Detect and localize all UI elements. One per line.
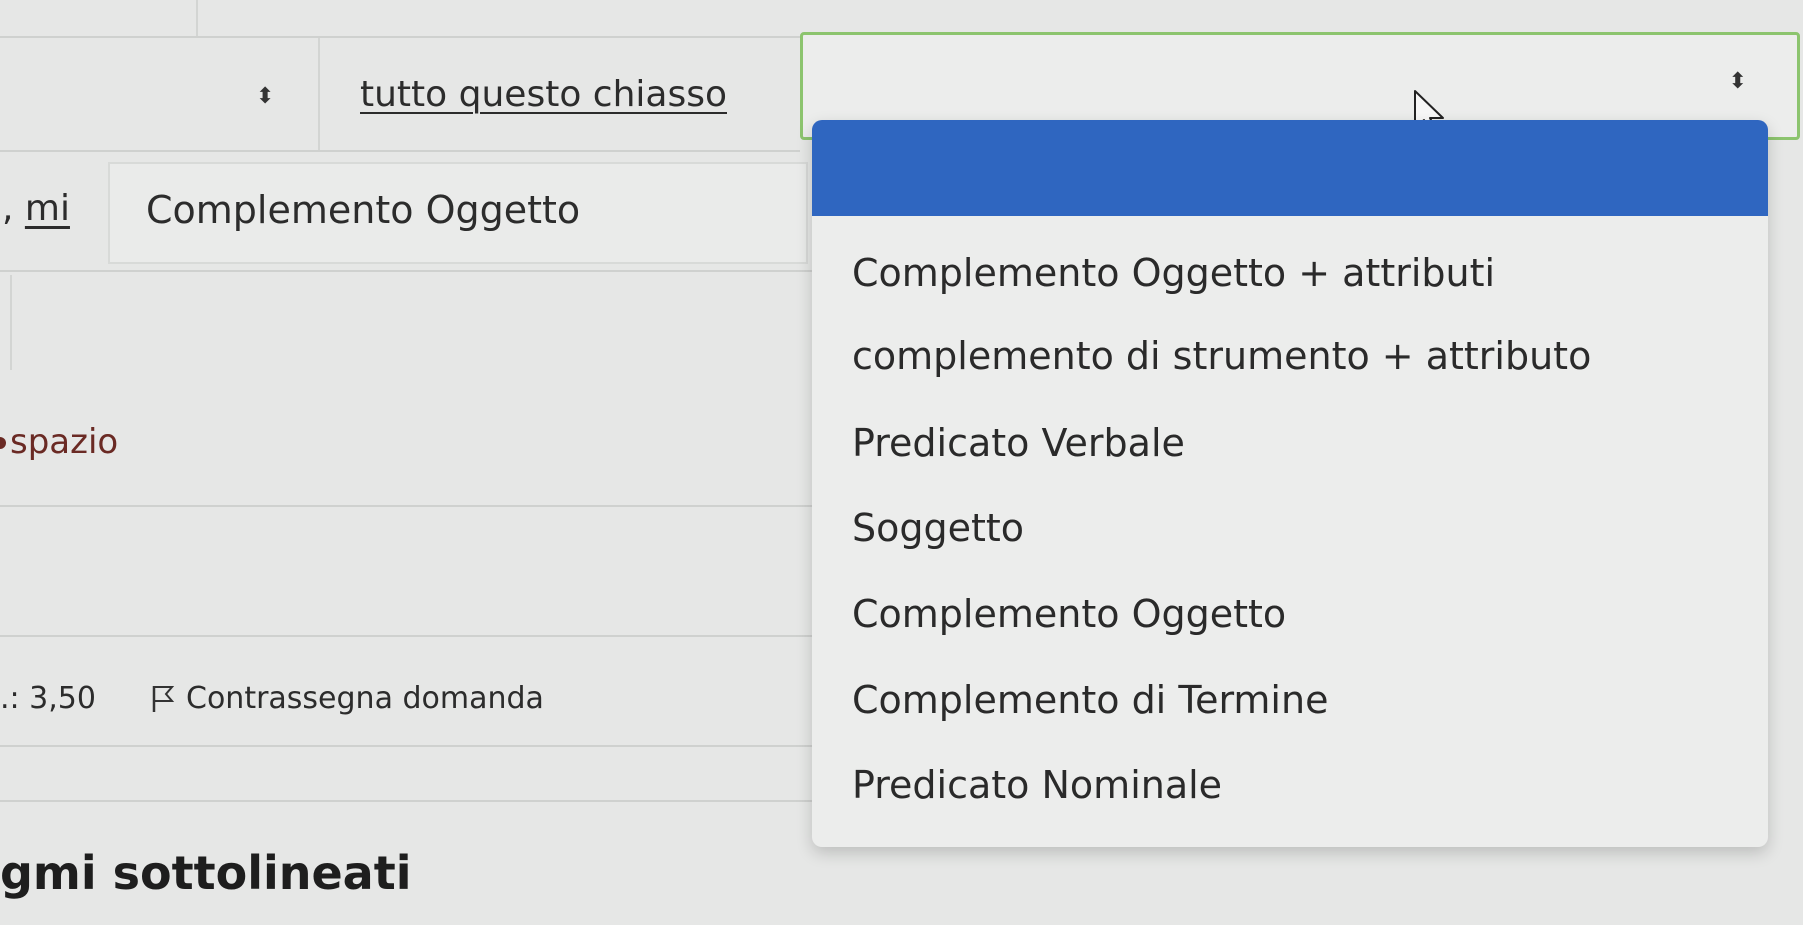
table-divider [0, 800, 812, 802]
dropdown-option[interactable]: Predicato Verbale [852, 408, 1748, 478]
table-divider [10, 275, 12, 370]
flag-question-label: Contrassegna domanda [186, 681, 544, 716]
select-dropdown-list[interactable]: Complemento Oggetto + attributi compleme… [812, 120, 1768, 847]
table-divider [0, 635, 812, 637]
underlined-word: mi [24, 188, 70, 229]
sentence-phrase: tutto questo chiasso [360, 74, 727, 115]
dropdown-option[interactable]: Soggetto [852, 493, 1748, 563]
fragment-prefix: , [2, 188, 25, 229]
answer-cell-value: Complemento Oggetto [146, 188, 581, 232]
dropdown-option[interactable]: complemento di strumento + attributo [852, 321, 1748, 391]
flag-question-link[interactable]: Contrassegna domanda [150, 681, 544, 716]
dropdown-option[interactable]: Complemento Oggetto + attributi [852, 238, 1748, 308]
table-divider [318, 38, 320, 150]
top-stepper-icon[interactable]: ⬍ [256, 86, 274, 108]
sentence-word: spazio [10, 422, 119, 462]
section-heading: gmi sottolineati [0, 846, 412, 900]
dropdown-option[interactable]: Predicato Nominale [852, 750, 1748, 820]
table-divider [0, 36, 800, 38]
table-divider [0, 505, 812, 507]
question-score: .: 3,50 [0, 681, 96, 716]
select-stepper-icon[interactable]: ⬍ [1729, 71, 1747, 93]
dropdown-option-blank[interactable] [812, 120, 1768, 216]
bullet-icon [0, 437, 6, 449]
flag-icon [152, 685, 175, 712]
dropdown-option[interactable]: Complemento Oggetto [852, 579, 1748, 649]
table-divider [0, 270, 812, 272]
sentence-fragment: , mi [2, 188, 70, 229]
table-divider [0, 150, 800, 152]
dropdown-option[interactable]: Complemento di Termine [852, 665, 1748, 735]
table-divider [196, 0, 198, 36]
table-divider [0, 745, 812, 747]
